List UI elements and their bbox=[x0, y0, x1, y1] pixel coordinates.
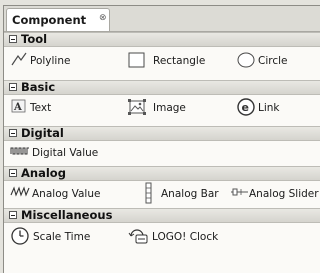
tab-close-icon[interactable]: ⊗ bbox=[99, 13, 107, 23]
component-palette-panel: Component ⊗ Tool Polyline Rectangle Circ… bbox=[3, 5, 320, 273]
section-header-digital[interactable]: Digital bbox=[4, 126, 320, 141]
palette-item-logo-clock[interactable]: LOGO! Clock bbox=[127, 226, 237, 246]
palette-content: Tool Polyline Rectangle Circle Basic A T… bbox=[4, 32, 320, 273]
digital-value-icon bbox=[10, 147, 29, 155]
collapse-icon[interactable] bbox=[9, 129, 17, 137]
section-title-analog: Analog bbox=[21, 166, 66, 180]
palette-item-label: Polyline bbox=[30, 55, 71, 67]
tab-bar: Component ⊗ bbox=[4, 6, 320, 32]
palette-item-label: Scale Time bbox=[33, 231, 91, 243]
palette-item-label: LOGO! Clock bbox=[152, 231, 219, 243]
section-title-basic: Basic bbox=[21, 80, 56, 94]
svg-text:e: e bbox=[242, 101, 249, 114]
palette-item-analog-value[interactable]: Analog Value bbox=[10, 184, 125, 204]
logo-clock-icon bbox=[128, 229, 148, 244]
palette-item-label: Analog Slider bbox=[249, 188, 319, 200]
collapse-icon[interactable] bbox=[9, 35, 17, 43]
palette-item-label: Analog Value bbox=[32, 188, 101, 200]
palette-item-analog-slider[interactable]: Analog Slider bbox=[229, 184, 320, 204]
palette-item-label: Link bbox=[258, 102, 280, 114]
analog-value-icon bbox=[10, 186, 30, 197]
palette-item-scale-time[interactable]: Scale Time bbox=[10, 226, 120, 246]
palette-item-analog-bar[interactable]: Analog Bar bbox=[144, 182, 234, 204]
palette-item-link[interactable]: e Link bbox=[236, 98, 320, 118]
image-icon bbox=[128, 99, 146, 115]
link-icon: e bbox=[237, 98, 255, 116]
section-title-tool: Tool bbox=[21, 32, 48, 46]
analog-bar-icon bbox=[145, 182, 152, 204]
palette-item-polyline[interactable]: Polyline bbox=[10, 51, 120, 71]
collapse-icon[interactable] bbox=[9, 169, 17, 177]
palette-item-circle[interactable]: Circle bbox=[236, 51, 320, 71]
palette-item-label: Digital Value bbox=[32, 147, 99, 159]
palette-item-label: Text bbox=[30, 102, 52, 114]
analog-slider-icon bbox=[231, 188, 248, 196]
svg-text:A: A bbox=[13, 102, 22, 113]
tab-component[interactable]: Component ⊗ bbox=[6, 8, 110, 31]
polyline-icon bbox=[11, 52, 27, 66]
palette-item-label: Analog Bar bbox=[161, 188, 219, 200]
collapse-icon[interactable] bbox=[9, 211, 17, 219]
palette-item-label: Circle bbox=[258, 55, 288, 67]
tab-label: Component bbox=[12, 13, 87, 27]
section-header-miscellaneous[interactable]: Miscellaneous bbox=[4, 208, 320, 223]
palette-item-rectangle[interactable]: Rectangle bbox=[127, 51, 227, 71]
clock-icon bbox=[11, 227, 29, 245]
window-frame: Component ⊗ Tool Polyline Rectangle Circ… bbox=[0, 0, 320, 273]
text-icon: A bbox=[11, 99, 26, 113]
section-header-basic[interactable]: Basic bbox=[4, 80, 320, 95]
circle-icon bbox=[237, 52, 255, 68]
section-header-analog[interactable]: Analog bbox=[4, 166, 320, 181]
palette-item-digital-value[interactable]: Digital Value bbox=[10, 143, 130, 163]
section-title-digital: Digital bbox=[21, 126, 64, 140]
rectangle-icon bbox=[128, 52, 145, 68]
collapse-icon[interactable] bbox=[9, 83, 17, 91]
section-header-tool[interactable]: Tool bbox=[4, 32, 320, 47]
palette-item-label: Image bbox=[153, 102, 186, 114]
palette-item-text[interactable]: A Text bbox=[10, 98, 120, 118]
palette-item-image[interactable]: Image bbox=[127, 98, 227, 118]
palette-item-label: Rectangle bbox=[153, 55, 206, 67]
section-title-miscellaneous: Miscellaneous bbox=[21, 208, 113, 222]
